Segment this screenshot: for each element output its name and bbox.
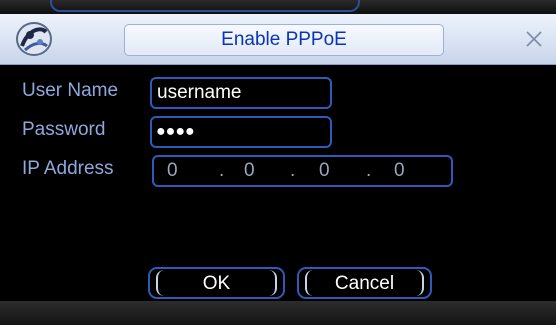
- dialog-body: User Name username Password ●●●● IP Addr…: [0, 65, 556, 301]
- ip-address-label: IP Address: [22, 158, 114, 179]
- close-button[interactable]: [520, 24, 548, 54]
- top-decor-strip: [0, 0, 556, 14]
- bottom-decor-strip: [0, 301, 556, 325]
- dialog-title: Enable PPPoE: [221, 29, 347, 50]
- ip-separator: .: [290, 160, 296, 181]
- password-field[interactable]: ●●●●: [150, 116, 332, 148]
- cancel-button-label: Cancel: [334, 273, 395, 294]
- close-icon: [526, 31, 542, 47]
- ip-octet-4[interactable]: 0: [394, 160, 405, 182]
- top-tab-bevel: [50, 0, 360, 12]
- cancel-button[interactable]: Cancel: [297, 267, 432, 299]
- ip-octet-3[interactable]: 0: [319, 160, 330, 182]
- app-logo-icon: [14, 20, 54, 58]
- password-value: ●●●●: [156, 123, 195, 140]
- username-field[interactable]: username: [150, 77, 332, 109]
- ip-octet-2[interactable]: 0: [244, 160, 255, 182]
- title-bar: Enable PPPoE: [0, 14, 556, 65]
- ip-address-field[interactable]: 0 . 0 . 0 . 0: [152, 155, 453, 187]
- ok-button[interactable]: OK: [148, 267, 285, 299]
- ip-separator: .: [219, 160, 225, 181]
- ip-octet-1[interactable]: 0: [167, 160, 178, 182]
- pppoe-dialog: Enable PPPoE User Name username Password…: [0, 0, 556, 325]
- username-label: User Name: [22, 80, 119, 101]
- ip-separator: .: [366, 160, 372, 181]
- title-field: Enable PPPoE: [124, 24, 444, 56]
- ok-button-label: OK: [202, 273, 231, 294]
- password-label: Password: [22, 119, 106, 140]
- username-value: username: [157, 82, 242, 103]
